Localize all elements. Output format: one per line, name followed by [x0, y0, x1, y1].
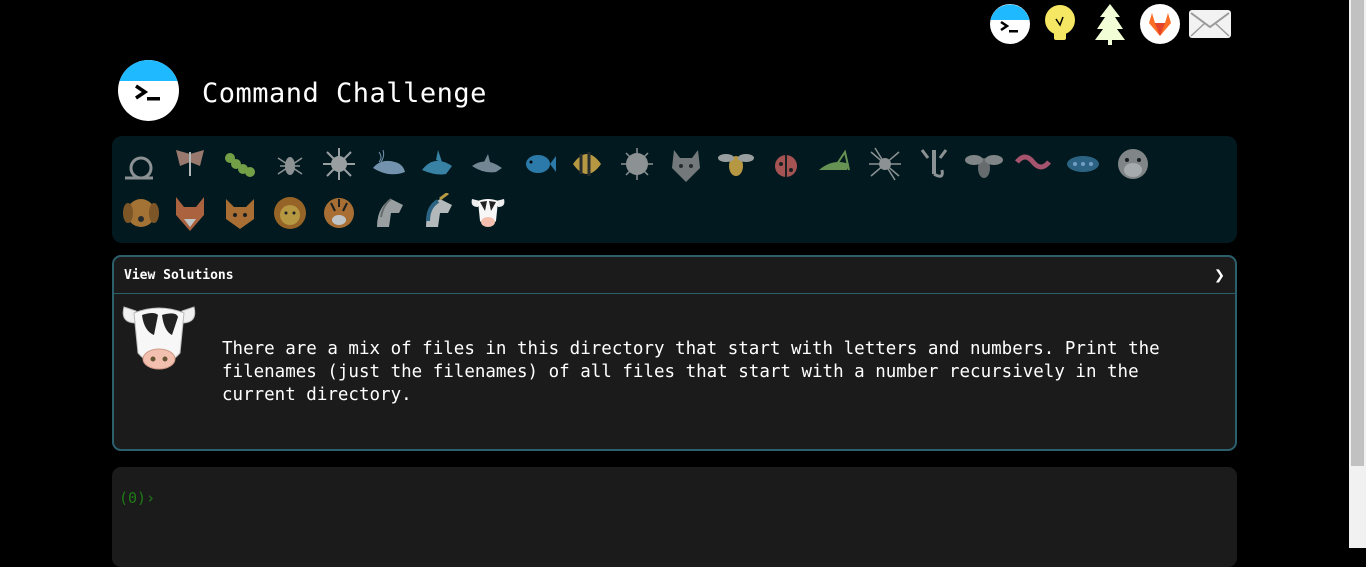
- cow-icon: [118, 301, 200, 379]
- bee-icon: [717, 153, 754, 176]
- gitlab-icon[interactable]: [1138, 2, 1182, 46]
- mail-icon[interactable]: [1188, 2, 1232, 46]
- snail-icon: [124, 156, 153, 179]
- level-22-button[interactable]: [116, 188, 166, 237]
- level-12-button[interactable]: [662, 139, 712, 188]
- fish-icon: [525, 154, 556, 173]
- shark-icon: [422, 149, 453, 174]
- level-21-button[interactable]: [1108, 139, 1158, 188]
- sea-urchin-icon: [323, 147, 356, 180]
- unicorn-icon: [426, 192, 453, 227]
- level-selector: [112, 136, 1237, 243]
- level-23-button[interactable]: [166, 188, 216, 237]
- challenge-panel: View Solutions ❯ There are a mix of file…: [112, 255, 1237, 451]
- whale-icon: [372, 149, 405, 174]
- tree-icon[interactable]: [1088, 2, 1132, 46]
- scrollbar-thumb[interactable]: [1351, 0, 1364, 466]
- level-27-button[interactable]: [364, 188, 414, 237]
- fox-icon: [176, 196, 205, 231]
- lion-icon: [273, 196, 306, 229]
- wolf-icon: [672, 149, 701, 182]
- level-4-button[interactable]: [265, 139, 315, 188]
- level-7-button[interactable]: [414, 139, 464, 188]
- monkey-icon: [1117, 148, 1148, 179]
- logo: [117, 59, 180, 122]
- moth-icon: [176, 149, 205, 176]
- level-18-button[interactable]: [959, 139, 1009, 188]
- level-6-button[interactable]: [364, 139, 414, 188]
- level-10-button[interactable]: [562, 139, 612, 188]
- view-solutions-toggle[interactable]: View Solutions ❯: [114, 257, 1235, 294]
- bacteria-icon: [1067, 155, 1100, 172]
- angelfish-icon: [573, 151, 602, 176]
- level-14-button[interactable]: [761, 139, 811, 188]
- scrollbar[interactable]: [1349, 0, 1366, 548]
- caterpillar-icon: [224, 152, 255, 177]
- lightbulb-icon[interactable]: [1038, 2, 1082, 46]
- level-13-button[interactable]: [711, 139, 761, 188]
- view-solutions-label: View Solutions: [124, 267, 234, 283]
- level-25-button[interactable]: [265, 188, 315, 237]
- spider-icon: [868, 147, 901, 180]
- tiger-icon: [324, 197, 355, 228]
- top-nav: [988, 2, 1232, 46]
- level-9-button[interactable]: [513, 139, 563, 188]
- pufferfish-icon: [620, 147, 653, 180]
- level-20-button[interactable]: [1058, 139, 1108, 188]
- level-3-button[interactable]: [215, 139, 265, 188]
- cow-icon: [471, 198, 505, 227]
- scorpion-icon: [921, 148, 948, 178]
- terminal[interactable]: (0)›: [112, 467, 1237, 567]
- cat-icon: [225, 198, 254, 229]
- ladybug-icon: [774, 154, 797, 177]
- grasshopper-icon: [819, 148, 851, 170]
- level-2-button[interactable]: [166, 139, 216, 188]
- level-11-button[interactable]: [612, 139, 662, 188]
- dog-icon: [122, 198, 159, 227]
- fly-icon: [964, 154, 1003, 178]
- chevron-right-icon: ❯: [1214, 264, 1225, 286]
- level-29-button[interactable]: [463, 188, 513, 237]
- page-title: Command Challenge: [202, 78, 487, 109]
- level-17-button[interactable]: [910, 139, 960, 188]
- terminal-prompt: (0)›: [119, 489, 156, 507]
- level-28-button[interactable]: [414, 188, 464, 237]
- level-16-button[interactable]: [860, 139, 910, 188]
- level-15-button[interactable]: [810, 139, 860, 188]
- ant-icon: [277, 156, 302, 175]
- level-5-button[interactable]: [314, 139, 364, 188]
- terminal-icon[interactable]: [988, 2, 1032, 46]
- challenge-description: There are a mix of files in this directo…: [222, 339, 1160, 405]
- dolphin-icon: [471, 153, 502, 172]
- level-8-button[interactable]: [463, 139, 513, 188]
- worm-icon: [1015, 154, 1052, 169]
- level-24-button[interactable]: [215, 188, 265, 237]
- level-1-button[interactable]: [116, 139, 166, 188]
- horse-icon: [376, 197, 403, 227]
- level-19-button[interactable]: [1009, 139, 1059, 188]
- level-26-button[interactable]: [314, 188, 364, 237]
